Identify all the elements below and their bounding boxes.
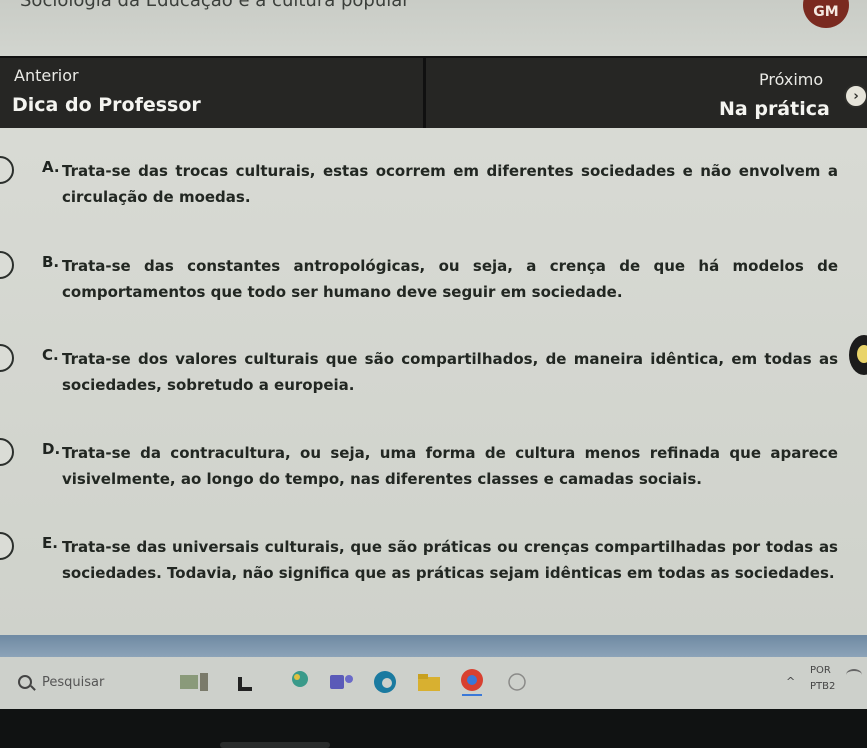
next-lesson-link[interactable]: Próximo Na prática › <box>423 58 867 128</box>
option-text: Trata-se das constantes antropológicas, … <box>62 257 838 301</box>
top-bar: Sociologia da Educação e a cultura popul… <box>0 0 867 56</box>
next-label: Próximo <box>759 70 824 89</box>
lesson-navigation: Anterior Dica do Professor Próximo Na pr… <box>0 56 867 128</box>
language-indicator[interactable]: POR <box>810 665 831 676</box>
monitor-logo <box>220 742 330 748</box>
edge-browser-icon[interactable] <box>372 669 398 695</box>
option-text: Trata-se da contracultura, ou seja, uma … <box>62 444 838 488</box>
windows-taskbar: Pesquisar ^ POR PTB2 <box>0 657 867 709</box>
radio-button[interactable] <box>0 438 14 466</box>
chevron-right-circle-icon[interactable]: › <box>844 84 867 108</box>
next-title: Na prática <box>719 98 830 120</box>
news-widget-icon[interactable] <box>178 671 210 693</box>
previous-lesson-link[interactable]: Anterior Dica do Professor <box>0 58 415 128</box>
keyboard-layout-indicator[interactable]: PTB2 <box>810 681 835 692</box>
radio-button[interactable] <box>0 344 14 372</box>
wifi-icon[interactable] <box>846 669 862 681</box>
option-letter: E. <box>42 534 58 552</box>
previous-title: Dica do Professor <box>12 94 201 116</box>
teams-icon[interactable] <box>328 671 354 693</box>
option-letter: D. <box>42 440 61 458</box>
option-letter: C. <box>42 346 59 364</box>
chevron-up-icon[interactable]: ^ <box>786 675 795 688</box>
radio-button[interactable] <box>0 251 14 279</box>
monitor-bezel <box>0 709 867 748</box>
option-text: Trata-se das trocas culturais, estas oco… <box>62 162 838 206</box>
question-content: A. Trata-se das trocas culturais, estas … <box>0 128 867 635</box>
task-view-icon[interactable] <box>236 675 256 693</box>
option-text: Trata-se das universais culturais, que s… <box>62 538 838 582</box>
app-icon-colorful[interactable] <box>288 669 312 693</box>
option-letter: B. <box>42 253 60 271</box>
course-title: Sociologia da Educação e a cultura popul… <box>20 0 410 11</box>
taskbar-search[interactable]: Pesquisar <box>12 665 172 701</box>
radio-button[interactable] <box>0 532 14 560</box>
page-footer-strip <box>0 635 867 657</box>
app-icon-outline[interactable] <box>506 671 528 693</box>
option-text: Trata-se dos valores culturais que são c… <box>62 350 838 394</box>
previous-label: Anterior <box>14 66 79 85</box>
file-explorer-icon[interactable] <box>416 671 442 693</box>
user-avatar[interactable]: GM <box>803 0 849 28</box>
option-letter: A. <box>42 158 60 176</box>
radio-button[interactable] <box>0 156 14 184</box>
search-placeholder: Pesquisar <box>42 675 105 690</box>
search-icon <box>18 675 32 689</box>
chrome-icon[interactable] <box>458 667 486 697</box>
